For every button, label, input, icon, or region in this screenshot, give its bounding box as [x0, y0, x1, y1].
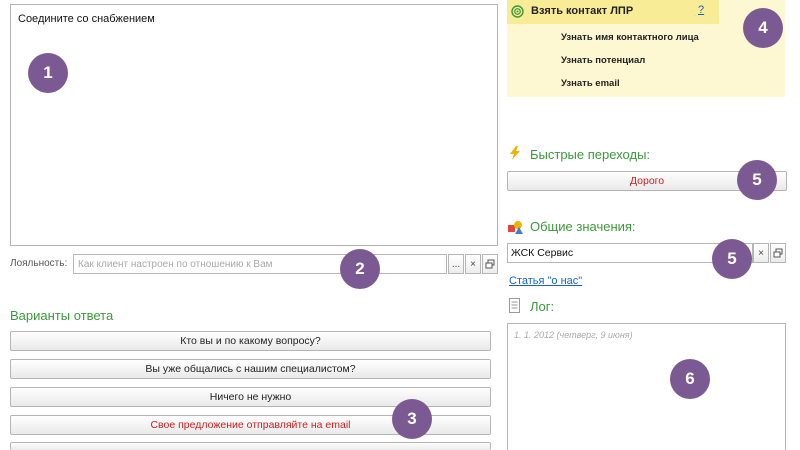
log-entry: 1. 1. 2012 (четверг, 9 июня): [514, 330, 633, 340]
task-item[interactable]: Узнать имя контактного лица: [561, 32, 699, 43]
loyalty-select-button[interactable]: ...: [448, 254, 464, 274]
script-text: Соедините со снабжением: [18, 13, 155, 25]
quick-title: Быстрые переходы:: [530, 147, 651, 162]
shapes-icon: [508, 221, 523, 234]
task-header: Взять контакт ЛПР ?: [507, 0, 719, 24]
task-title: Взять контакт ЛПР: [531, 5, 634, 17]
marker-5: 5: [737, 160, 777, 200]
loyalty-open-button[interactable]: [482, 254, 498, 274]
answer-button-cut[interactable]: [10, 442, 491, 450]
open-window-icon: [485, 259, 495, 269]
marker-6: 6: [670, 359, 710, 399]
loyalty-field[interactable]: [73, 254, 447, 274]
document-icon: [509, 298, 520, 313]
script-textarea[interactable]: Соедините со снабжением: [10, 4, 498, 246]
marker-3: 3: [392, 399, 432, 439]
company-clear-button[interactable]: ×: [753, 243, 769, 263]
open-window-icon: [773, 248, 783, 258]
log-area[interactable]: 1. 1. 2012 (четверг, 9 июня): [507, 323, 786, 450]
marker-4: 4: [743, 8, 783, 48]
task-item[interactable]: Узнать email: [561, 78, 620, 89]
answers-title: Варианты ответа: [10, 308, 114, 323]
task-item[interactable]: Узнать потенциал: [561, 55, 645, 66]
answer-button[interactable]: Вы уже общались с нашим специалистом?: [10, 359, 491, 379]
loyalty-input[interactable]: [74, 255, 446, 273]
loyalty-label: Лояльность:: [10, 258, 68, 269]
target-icon: [511, 5, 524, 18]
company-open-button[interactable]: [770, 243, 786, 263]
answer-button[interactable]: Кто вы и по какому вопросу?: [10, 331, 491, 351]
log-title: Лог:: [530, 299, 555, 314]
about-us-link[interactable]: Статья "о нас": [509, 275, 582, 287]
marker-5b: 5: [712, 239, 752, 279]
common-title: Общие значения:: [530, 219, 636, 234]
task-help-link[interactable]: ?: [698, 4, 704, 16]
task-panel: Взять контакт ЛПР ? Узнать имя контактно…: [507, 0, 785, 97]
marker-1: 1: [28, 53, 68, 93]
marker-2: 2: [340, 249, 380, 289]
loyalty-clear-button[interactable]: ×: [465, 254, 481, 274]
lightning-icon: [510, 146, 520, 160]
